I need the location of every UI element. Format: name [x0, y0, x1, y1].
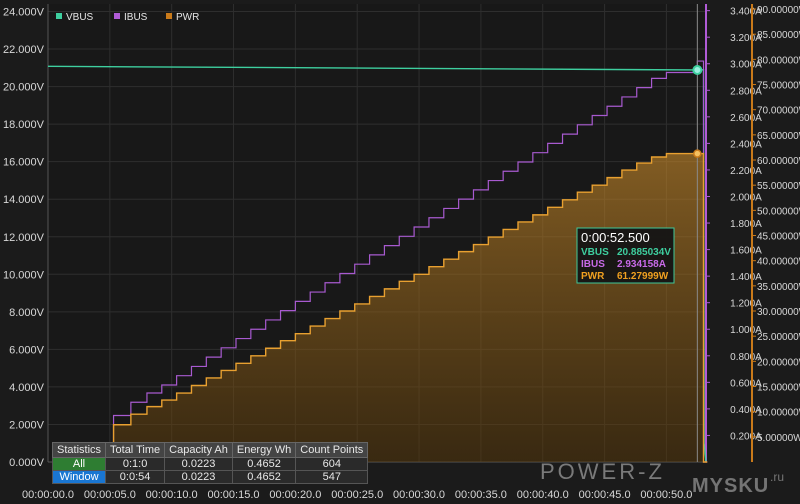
x-tick-label: 00:00:20.0 [269, 489, 321, 501]
legend-label: PWR [176, 12, 199, 23]
y-left-tick-label: 12.000V [3, 232, 45, 244]
statistics-table: Statistics Total Time Capacity Ah Energy… [51, 442, 369, 484]
y-right2-tick-label: 80.00000W [757, 55, 800, 66]
y-left-tick-label: 6.000V [9, 344, 45, 356]
y-right2-tick-label: 85.00000W [757, 30, 800, 41]
legend-swatch [114, 13, 120, 19]
cursor-time-label: 0:00:52.500 [581, 230, 650, 245]
stats-capacity: 0.0223 [164, 470, 233, 484]
x-tick-label: 00:00:05.0 [84, 489, 136, 501]
chart-svg: 0.000V 2.000V 4.000V 6.000V 8.000V 10.000V 12.… [3, 4, 800, 501]
y-right2-tick-label: 5.00000W [757, 433, 800, 444]
stats-row-window[interactable]: Window 0:0:54 0.0223 0.4652 547 [51, 470, 369, 484]
y-right2-tick-label: 20.00000W [757, 357, 800, 368]
stats-row-label[interactable]: Window [51, 470, 107, 484]
y-right2-tick-label: 75.00000W [757, 81, 800, 92]
y-left-tick-label: 16.000V [3, 157, 45, 169]
x-tick-label: 00:00:50.0 [640, 489, 692, 501]
y-right2-tick-label: 65.00000W [757, 131, 800, 142]
y-right2-tick-label: 70.00000W [757, 106, 800, 117]
x-tick-label: 00:00:45.0 [579, 489, 631, 501]
y-right1-tick-label: 2.000A [730, 192, 762, 203]
y-right1-tick-label: 1.800A [730, 219, 762, 230]
stats-energy: 0.4652 [231, 457, 297, 471]
y-right2-tick-label: 15.00000W [757, 383, 800, 394]
y-left-tick-label: 2.000V [9, 419, 45, 431]
y-right2-tick-label: 40.00000W [757, 257, 800, 268]
x-tick-label: 00:00:30.0 [393, 489, 445, 501]
stats-energy: 0.4652 [231, 470, 297, 484]
cursor-readout-name: PWR [581, 271, 605, 282]
y-left-tick-label: 14.000V [3, 194, 45, 206]
stats-row-all[interactable]: All 0:1:0 0.0223 0.4652 604 [51, 457, 369, 471]
y-left-tick-label: 4.000V [9, 382, 45, 394]
cursor-marker-vbus [692, 64, 703, 75]
y-right2-tick-label: 30.00000W [757, 307, 800, 318]
stats-total-time: 0:0:54 [105, 470, 166, 484]
x-tick-label: 00:00:10.0 [146, 489, 198, 501]
y-right2-tick-label: 45.00000W [757, 232, 800, 243]
y-right2-tick-label: 25.00000W [757, 332, 800, 343]
stats-header-row: Statistics Total Time Capacity Ah Energy… [51, 442, 369, 458]
y-right1-tick-label: 1.600A [730, 246, 762, 257]
stats-capacity: 0.0223 [164, 457, 233, 471]
stats-count: 547 [295, 470, 369, 484]
stats-header-count: Count Points [295, 442, 369, 458]
y-left-tick-label: 10.000V [3, 269, 45, 281]
y-left-tick-label: 18.000V [3, 119, 45, 131]
stats-header-total-time: Total Time [105, 442, 166, 458]
y-right2-tick-label: 50.00000W [757, 206, 800, 217]
y-right2-tick-label: 55.00000W [757, 181, 800, 192]
cursor-readout-value: 2.934158A [617, 259, 666, 270]
y-left-tick-label: 8.000V [9, 307, 45, 319]
y-left-tick-label: 20.000V [3, 82, 45, 94]
cursor-marker-pwr [693, 149, 702, 158]
stats-header-energy: Energy Wh [231, 442, 297, 458]
y-right2-tick-label: 35.00000W [757, 282, 800, 293]
y-left-tick-label: 22.000V [3, 44, 45, 56]
stats-total-time: 0:1:0 [105, 457, 166, 471]
x-tick-label: 00:00:00.0 [22, 489, 74, 501]
stats-header-statistics: Statistics [51, 442, 107, 458]
legend-swatch [166, 13, 172, 19]
y-right2-tick-label: 90.00000W [757, 5, 800, 16]
cursor-readout-value: 61.27999W [617, 271, 669, 282]
y-right2-tick-label: 60.00000W [757, 156, 800, 167]
y-left-tick-label: 0.000V [9, 457, 45, 469]
watermark-brand: POWER-Z [540, 459, 665, 484]
y-left-tick-label: 24.000V [3, 7, 45, 19]
y-right2-tick-label: 10.00000W [757, 408, 800, 419]
legend: VBUS IBUS PWR [56, 12, 199, 23]
x-tick-label: 00:00:35.0 [455, 489, 507, 501]
x-tick-label: 00:00:25.0 [331, 489, 383, 501]
watermark-site: MYSKU [692, 475, 770, 497]
legend-label: IBUS [124, 12, 148, 23]
x-tick-label: 00:00:15.0 [208, 489, 260, 501]
legend-label: VBUS [66, 12, 94, 23]
stats-row-label[interactable]: All [51, 457, 107, 471]
y-right1-tick-label: 2.200A [730, 166, 762, 177]
stats-header-capacity: Capacity Ah [164, 442, 233, 458]
stats-count: 604 [295, 457, 369, 471]
watermark-suffix: .ru [770, 470, 785, 484]
legend-swatch [56, 13, 62, 19]
x-tick-label: 00:00:40.0 [517, 489, 569, 501]
cursor-readout-value: 20.885034V [617, 247, 671, 258]
cursor-readout-name: VBUS [581, 247, 609, 258]
cursor-readout-name: IBUS [581, 259, 605, 270]
